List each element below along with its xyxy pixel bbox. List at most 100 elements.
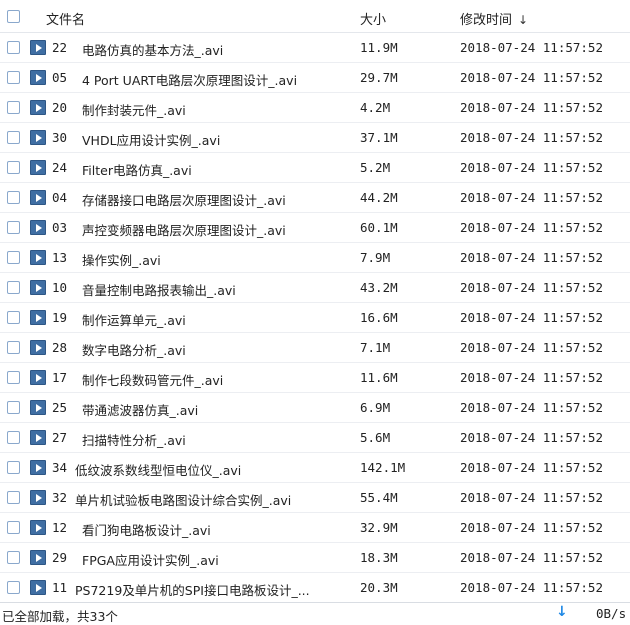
video-file-icon (30, 370, 46, 385)
select-all-checkbox[interactable] (7, 10, 20, 23)
row-checkbox[interactable] (7, 71, 20, 84)
column-header-time[interactable]: 修改时间 ↓ (460, 9, 528, 28)
file-number: 10 (52, 280, 68, 295)
file-modified-time: 2018-07-24 11:57:52 (460, 580, 603, 595)
file-row[interactable]: 28 数字电路分析_.avi 7.1M 2018-07-24 11:57:52 (0, 333, 630, 363)
file-name[interactable]: 制作七段数码管元件_.avi (82, 370, 223, 389)
file-name[interactable]: 看门狗电路板设计_.avi (82, 520, 211, 539)
video-file-icon (30, 40, 46, 55)
row-checkbox[interactable] (7, 341, 20, 354)
file-name[interactable]: PS7219及单片机的SPI接口电路板设计_... (75, 580, 310, 599)
file-size: 11.6M (360, 370, 398, 385)
file-size: 60.1M (360, 220, 398, 235)
file-name[interactable]: 低纹波系数线型恒电位仪_.avi (75, 460, 241, 479)
row-checkbox[interactable] (7, 431, 20, 444)
file-row[interactable]: 04 存储器接口电路层次原理图设计_.avi 44.2M 2018-07-24 11:… (0, 183, 630, 213)
file-size: 44.2M (360, 190, 398, 205)
row-checkbox[interactable] (7, 281, 20, 294)
file-modified-time: 2018-07-24 11:57:52 (460, 490, 603, 505)
file-row[interactable]: 27 扫描特性分析_.avi 5.6M 2018-07-24 11:57:52 (0, 423, 630, 453)
file-row[interactable]: 24 Filter电路仿真_.avi 5.2M 2018-07-24 11:57:52 (0, 153, 630, 183)
file-row[interactable]: 13 操作实例_.avi 7.9M 2018-07-24 11:57:52 (0, 243, 630, 273)
file-row[interactable]: 20 制作封装元件_.avi 4.2M 2018-07-24 11:57:52 (0, 93, 630, 123)
column-header-size[interactable]: 大小 (360, 9, 386, 28)
file-row[interactable]: 29 FPGA应用设计实例_.avi 18.3M 2018-07-24 11:57:5… (0, 543, 630, 573)
file-name[interactable]: 单片机试验板电路图设计综合实例_.avi (75, 490, 291, 509)
row-checkbox[interactable] (7, 131, 20, 144)
file-size: 32.9M (360, 520, 398, 535)
row-checkbox[interactable] (7, 461, 20, 474)
list-header: 文件名 大小 修改时间 ↓ (0, 0, 630, 33)
file-number: 05 (52, 70, 68, 85)
file-size: 5.2M (360, 160, 391, 175)
file-name[interactable]: 制作封装元件_.avi (82, 100, 186, 119)
row-checkbox[interactable] (7, 101, 20, 114)
video-file-icon (30, 220, 46, 235)
file-row[interactable]: 19 制作运算单元_.avi 16.6M 2018-07-24 11:57:52 (0, 303, 630, 333)
file-row[interactable]: 22 电路仿真的基本方法_.avi 11.9M 2018-07-24 11:57:52 (0, 33, 630, 63)
download-speed: 0B/s (596, 606, 627, 621)
video-file-icon (30, 550, 46, 565)
file-row[interactable]: 05 4 Port UART电路层次原理图设计_.avi 29.7M 2018-07-… (0, 63, 630, 93)
video-file-icon (30, 490, 46, 505)
file-modified-time: 2018-07-24 11:57:52 (460, 400, 603, 415)
file-name[interactable]: 音量控制电路报表输出_.avi (82, 280, 236, 299)
status-text: 已全部加载，共33个 (2, 609, 118, 624)
file-name[interactable]: 操作实例_.avi (82, 250, 161, 269)
file-row[interactable]: 25 带通滤波器仿真_.avi 6.9M 2018-07-24 11:57:52 (0, 393, 630, 423)
file-modified-time: 2018-07-24 11:57:52 (460, 130, 603, 145)
file-row[interactable]: 32 单片机试验板电路图设计综合实例_.avi 55.4M 2018-07-24 11… (0, 483, 630, 513)
file-row[interactable]: 10 音量控制电路报表输出_.avi 43.2M 2018-07-24 11:57:5… (0, 273, 630, 303)
column-header-name[interactable]: 文件名 (46, 9, 85, 28)
file-name[interactable]: 电路仿真的基本方法_.avi (82, 40, 223, 59)
file-name[interactable]: 制作运算单元_.avi (82, 310, 186, 329)
video-file-icon (30, 460, 46, 475)
row-checkbox[interactable] (7, 41, 20, 54)
row-checkbox[interactable] (7, 401, 20, 414)
file-name[interactable]: Filter电路仿真_.avi (82, 160, 192, 179)
file-size: 4.2M (360, 100, 391, 115)
file-row[interactable]: 30 VHDL应用设计实例_.avi 37.1M 2018-07-24 11:57:5… (0, 123, 630, 153)
file-row[interactable]: 11 PS7219及单片机的SPI接口电路板设计_... 20.3M 2018-07-… (0, 573, 630, 603)
file-number: 27 (52, 430, 68, 445)
row-checkbox[interactable] (7, 521, 20, 534)
video-file-icon (30, 160, 46, 175)
file-name[interactable]: 声控变频器电路层次原理图设计_.avi (82, 220, 286, 239)
file-name[interactable]: VHDL应用设计实例_.avi (82, 130, 220, 149)
row-checkbox[interactable] (7, 161, 20, 174)
file-number: 28 (52, 340, 68, 355)
video-file-icon (30, 580, 46, 595)
video-file-icon (30, 430, 46, 445)
row-checkbox[interactable] (7, 581, 20, 594)
file-name[interactable]: 带通滤波器仿真_.avi (82, 400, 198, 419)
file-number: 13 (52, 250, 68, 265)
file-size: 20.3M (360, 580, 398, 595)
file-number: 20 (52, 100, 68, 115)
file-size: 18.3M (360, 550, 398, 565)
row-checkbox[interactable] (7, 491, 20, 504)
status-bar: 已全部加载，共33个 ↓ 0B/s (0, 602, 630, 624)
file-name[interactable]: 存储器接口电路层次原理图设计_.avi (82, 190, 286, 209)
file-number: 25 (52, 400, 68, 415)
row-checkbox[interactable] (7, 311, 20, 324)
download-arrow-icon: ↓ (556, 604, 568, 620)
row-checkbox[interactable] (7, 251, 20, 264)
file-row[interactable]: 12 看门狗电路板设计_.avi 32.9M 2018-07-24 11:57:52 (0, 513, 630, 543)
row-checkbox[interactable] (7, 221, 20, 234)
file-modified-time: 2018-07-24 11:57:52 (460, 160, 603, 175)
file-name[interactable]: 数字电路分析_.avi (82, 340, 186, 359)
file-name[interactable]: 扫描特性分析_.avi (82, 430, 186, 449)
row-checkbox[interactable] (7, 371, 20, 384)
file-row[interactable]: 34 低纹波系数线型恒电位仪_.avi 142.1M 2018-07-24 11:57… (0, 453, 630, 483)
row-checkbox[interactable] (7, 191, 20, 204)
file-name[interactable]: 4 Port UART电路层次原理图设计_.avi (82, 70, 297, 89)
row-checkbox[interactable] (7, 551, 20, 564)
file-row[interactable]: 17 制作七段数码管元件_.avi 11.6M 2018-07-24 11:57:52 (0, 363, 630, 393)
file-size: 55.4M (360, 490, 398, 505)
file-modified-time: 2018-07-24 11:57:52 (460, 310, 603, 325)
file-row[interactable]: 03 声控变频器电路层次原理图设计_.avi 60.1M 2018-07-24 11:… (0, 213, 630, 243)
file-number: 32 (52, 490, 68, 505)
file-modified-time: 2018-07-24 11:57:52 (460, 40, 603, 55)
file-number: 19 (52, 310, 68, 325)
file-name[interactable]: FPGA应用设计实例_.avi (82, 550, 219, 569)
